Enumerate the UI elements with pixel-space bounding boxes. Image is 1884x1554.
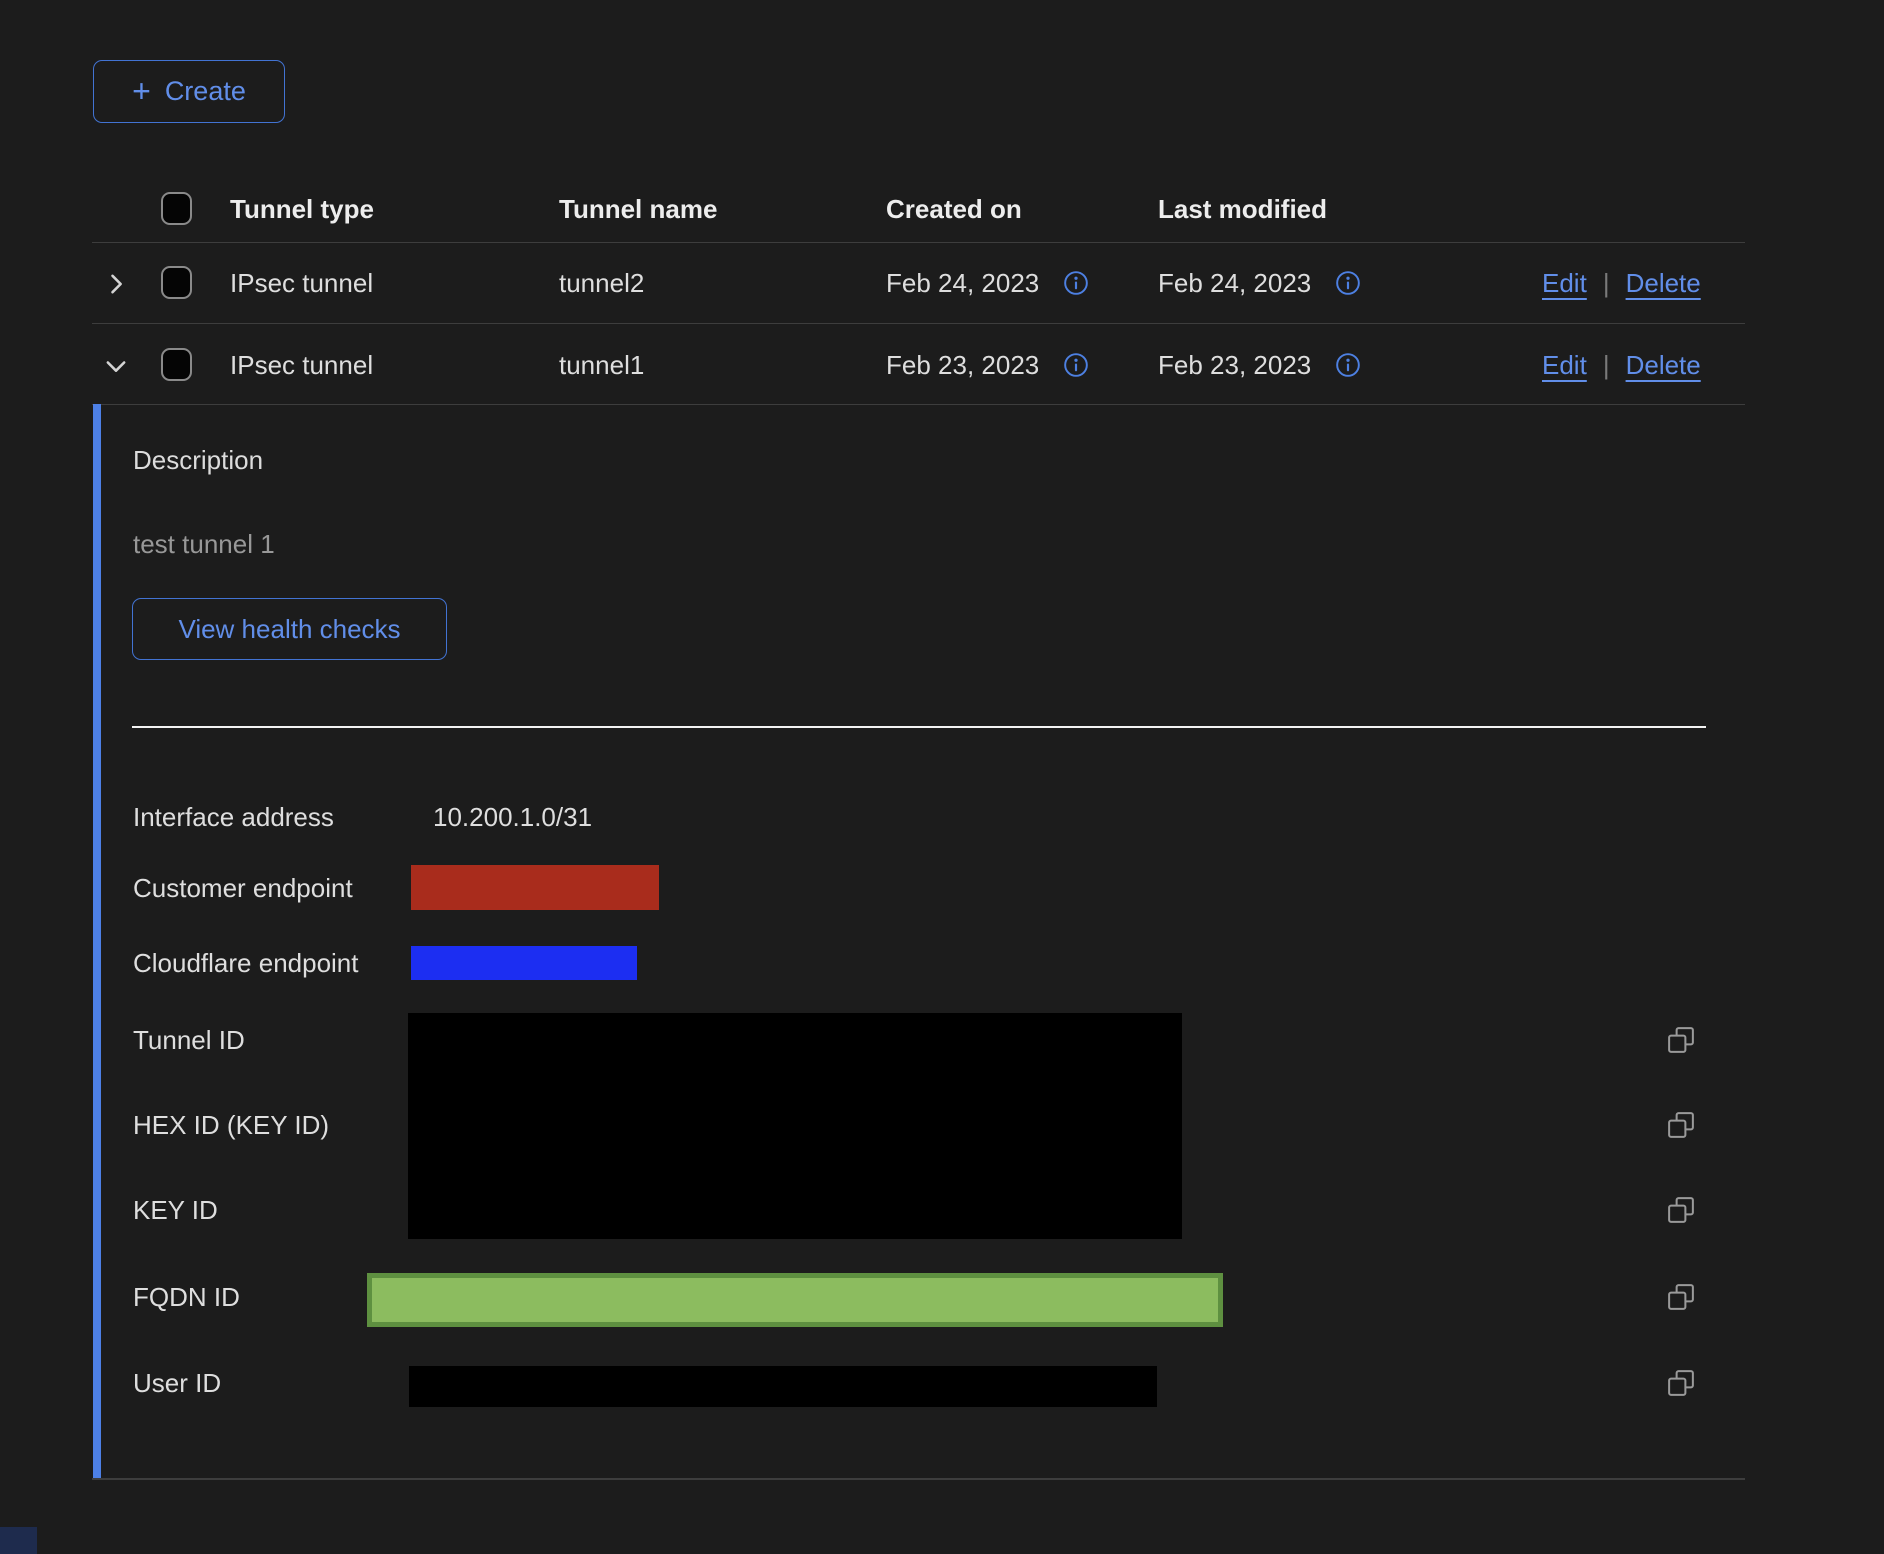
cloudflare-endpoint-redacted-value	[411, 946, 637, 980]
description-value: test tunnel 1	[133, 528, 275, 560]
expanded-row-accent-bar	[93, 404, 101, 1478]
copy-icon[interactable]	[1666, 1025, 1696, 1055]
fqdn-id-redacted-value	[367, 1273, 1223, 1327]
copy-icon[interactable]	[1666, 1195, 1696, 1225]
tunnel-name-cell: tunnel1	[559, 349, 644, 381]
tunnel-type-cell: IPsec tunnel	[230, 349, 373, 381]
user-id-redacted-value	[409, 1366, 1157, 1407]
interface-address-value: 10.200.1.0/31	[433, 801, 592, 833]
row-checkbox[interactable]	[161, 266, 192, 299]
last-modified-cell: Feb 23, 2023	[1158, 349, 1311, 381]
edit-link[interactable]: Edit	[1542, 267, 1587, 299]
create-button[interactable]: + Create	[93, 60, 285, 123]
column-header-created-on: Created on	[886, 193, 1022, 225]
info-icon[interactable]	[1335, 352, 1361, 378]
description-label: Description	[133, 444, 263, 476]
tunnel-type-cell: IPsec tunnel	[230, 267, 373, 299]
fqdn-id-label: FQDN ID	[133, 1281, 240, 1313]
row-divider	[92, 323, 1745, 324]
ids-redacted-block	[408, 1013, 1182, 1239]
edit-link[interactable]: Edit	[1542, 349, 1587, 381]
row-checkbox[interactable]	[161, 348, 192, 381]
select-all-checkbox[interactable]	[161, 192, 192, 225]
info-icon[interactable]	[1063, 352, 1089, 378]
header-divider	[92, 242, 1745, 243]
customer-endpoint-label: Customer endpoint	[133, 872, 353, 904]
panel-bottom-divider	[92, 1478, 1745, 1480]
hex-id-label: HEX ID (KEY ID)	[133, 1109, 329, 1141]
section-divider	[132, 726, 1706, 728]
actions-separator: |	[1603, 349, 1610, 381]
key-id-label: KEY ID	[133, 1194, 218, 1226]
tunnel-id-label: Tunnel ID	[133, 1024, 245, 1056]
view-health-checks-button[interactable]: View health checks	[132, 598, 447, 660]
created-on-cell: Feb 24, 2023	[886, 267, 1039, 299]
view-health-checks-label: View health checks	[178, 614, 400, 645]
chevron-right-icon[interactable]	[102, 270, 130, 298]
column-header-last-modified: Last modified	[1158, 193, 1327, 225]
last-modified-cell: Feb 24, 2023	[1158, 267, 1311, 299]
copy-icon[interactable]	[1666, 1110, 1696, 1140]
tunnel-name-cell: tunnel2	[559, 267, 644, 299]
cloudflare-endpoint-label: Cloudflare endpoint	[133, 947, 359, 979]
customer-endpoint-redacted-value	[411, 865, 659, 910]
copy-icon[interactable]	[1666, 1368, 1696, 1398]
info-icon[interactable]	[1335, 270, 1361, 296]
plus-icon: +	[132, 75, 151, 107]
chevron-down-icon[interactable]	[102, 352, 130, 380]
copy-icon[interactable]	[1666, 1282, 1696, 1312]
column-header-tunnel-name: Tunnel name	[559, 193, 717, 225]
bottom-left-accent	[0, 1527, 37, 1554]
create-button-label: Create	[165, 76, 246, 107]
created-on-cell: Feb 23, 2023	[886, 349, 1039, 381]
delete-link[interactable]: Delete	[1626, 349, 1701, 381]
row-divider	[92, 404, 1745, 405]
delete-link[interactable]: Delete	[1626, 267, 1701, 299]
column-header-tunnel-type: Tunnel type	[230, 193, 374, 225]
user-id-label: User ID	[133, 1367, 221, 1399]
tunnels-page: + Create Tunnel type Tunnel name Created…	[0, 0, 1884, 1554]
info-icon[interactable]	[1063, 270, 1089, 296]
actions-separator: |	[1603, 267, 1610, 299]
interface-address-label: Interface address	[133, 801, 334, 833]
